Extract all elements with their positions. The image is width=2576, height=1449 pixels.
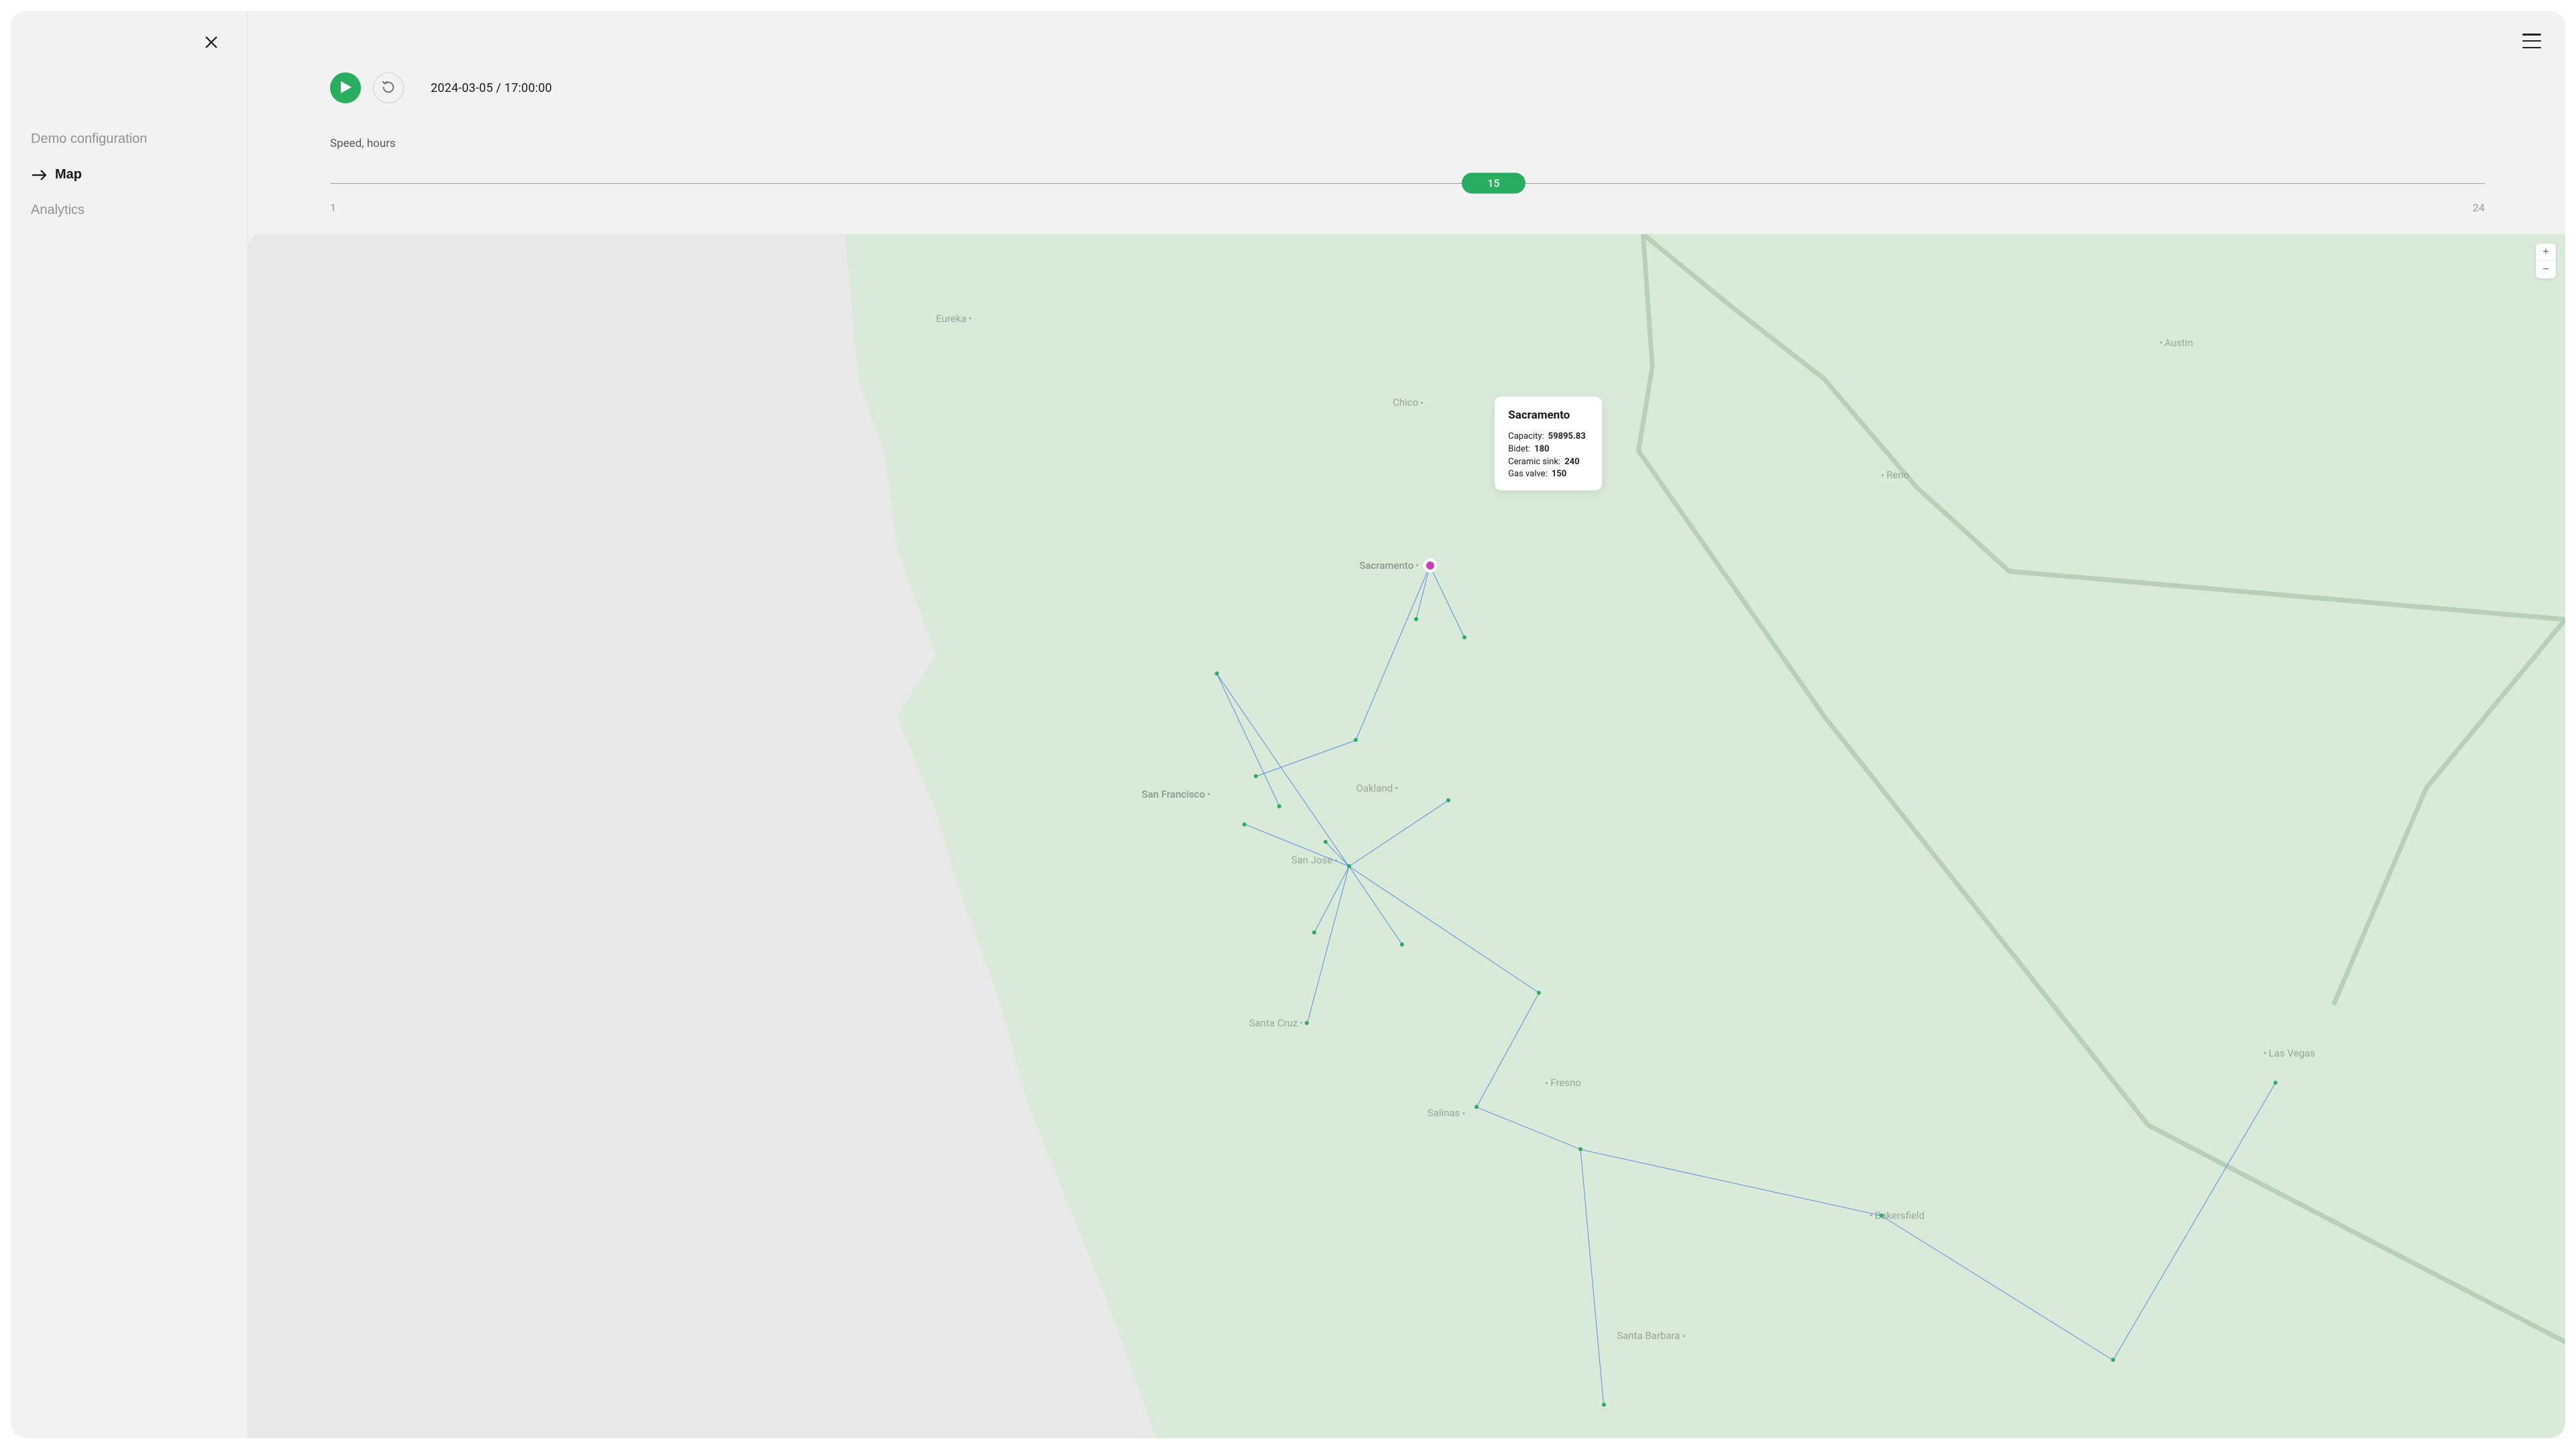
map-node[interactable] xyxy=(1578,1147,1582,1151)
city-tooltip: Sacramento Capacity: 59895.83 Bidet: 180… xyxy=(1495,396,1602,490)
nav-label: Map xyxy=(55,167,82,182)
speed-slider[interactable]: 15 xyxy=(330,173,2485,193)
close-icon xyxy=(203,42,219,52)
map-node[interactable] xyxy=(1462,635,1466,639)
map-node[interactable] xyxy=(1446,798,1450,802)
tooltip-key: Bidet: xyxy=(1508,443,1530,456)
city-label: Reno xyxy=(1882,469,1909,481)
reload-button[interactable] xyxy=(373,72,404,103)
hamburger-icon xyxy=(2522,34,2541,36)
slider-value: 15 xyxy=(1487,177,1499,190)
zoom-controls: + − xyxy=(2536,244,2556,278)
slider-track xyxy=(330,183,2485,184)
hamburger-icon xyxy=(2522,40,2541,42)
map-node[interactable] xyxy=(1400,943,1404,947)
tooltip-row: Ceramic sink: 240 xyxy=(1508,456,1589,469)
menu-button[interactable] xyxy=(2522,34,2541,48)
zoom-out-button[interactable]: − xyxy=(2536,261,2556,278)
map-node[interactable] xyxy=(1254,774,1258,778)
map-node[interactable] xyxy=(1215,672,1219,676)
tooltip-value: 150 xyxy=(1552,468,1566,481)
tooltip-title: Sacramento xyxy=(1508,407,1589,424)
tooltip-key: Ceramic sink: xyxy=(1508,456,1560,469)
sidebar-item-analytics[interactable]: Analytics xyxy=(30,200,229,221)
speed-label: Speed, hours xyxy=(330,137,2485,150)
timestamp: 2024-03-05 / 17:00:00 xyxy=(431,81,552,95)
tooltip-key: Gas valve: xyxy=(1508,468,1548,481)
slider-min: 1 xyxy=(330,201,336,214)
hamburger-icon xyxy=(2522,47,2541,49)
sidebar-item-map[interactable]: Map xyxy=(30,164,229,185)
map-node[interactable] xyxy=(1277,804,1281,808)
tooltip-row: Gas valve: 150 xyxy=(1508,468,1589,481)
city-label: Fresno xyxy=(1546,1077,1581,1089)
zoom-in-button[interactable]: + xyxy=(2536,244,2556,261)
city-label: San Francisco xyxy=(1142,788,1210,800)
slider-max: 24 xyxy=(2473,201,2485,214)
map-node[interactable] xyxy=(1880,1214,1884,1218)
plus-icon: + xyxy=(2542,246,2548,258)
city-label: San Jose xyxy=(1291,854,1338,866)
play-icon xyxy=(339,81,352,95)
nav-label: Analytics xyxy=(31,203,85,218)
city-label: Santa Barbara xyxy=(1617,1330,1684,1342)
city-label: Sacramento xyxy=(1359,559,1418,572)
map-node[interactable] xyxy=(1312,930,1316,934)
slider-thumb[interactable]: 15 xyxy=(1462,173,1525,194)
play-button[interactable] xyxy=(330,72,361,103)
sidebar-item-demo-configuration[interactable]: Demo configuration xyxy=(30,129,229,150)
reload-icon xyxy=(381,80,396,97)
arrow-right-icon xyxy=(31,168,48,182)
map-node[interactable] xyxy=(1537,991,1541,995)
city-label: Austin xyxy=(2160,337,2194,349)
city-label: Oakland xyxy=(1356,782,1398,794)
city-label: Chico xyxy=(1393,396,1423,409)
tooltip-row: Capacity: 59895.83 xyxy=(1508,431,1589,443)
tooltip-row: Bidet: 180 xyxy=(1508,443,1589,456)
city-label: Santa Cruz xyxy=(1249,1017,1303,1029)
map-node[interactable] xyxy=(1305,1021,1309,1025)
nav-label: Demo configuration xyxy=(31,131,147,147)
sidebar: Demo configuration Map Analytics xyxy=(11,11,248,1438)
city-label: Las Vegas xyxy=(2264,1047,2315,1059)
map-node[interactable] xyxy=(1474,1105,1479,1109)
map-node[interactable] xyxy=(1602,1403,1606,1407)
map-node[interactable] xyxy=(1354,738,1358,742)
city-label: Eureka xyxy=(936,313,971,325)
map-node[interactable] xyxy=(2273,1081,2277,1085)
map-canvas[interactable]: Sacramento Capacity: 59895.83 Bidet: 180… xyxy=(248,234,2565,1438)
close-button[interactable] xyxy=(199,31,223,55)
city-label: Salinas xyxy=(1428,1107,1465,1119)
map-node[interactable] xyxy=(1324,840,1328,844)
map-node[interactable] xyxy=(1242,822,1246,826)
tooltip-value: 240 xyxy=(1564,456,1579,469)
map-node[interactable] xyxy=(1414,617,1418,621)
minus-icon: − xyxy=(2542,264,2548,275)
tooltip-value: 180 xyxy=(1534,443,1549,456)
map-node-selected[interactable] xyxy=(1423,558,1438,573)
map-node[interactable] xyxy=(1347,864,1351,868)
tooltip-key: Capacity: xyxy=(1508,431,1544,443)
tooltip-value: 59895.83 xyxy=(1548,431,1586,443)
main-content: 2024-03-05 / 17:00:00 Speed, hours 15 1 … xyxy=(248,11,2565,1438)
sidebar-nav: Demo configuration Map Analytics xyxy=(30,129,229,221)
map-node[interactable] xyxy=(2111,1358,2115,1362)
city-label: Bakersfield xyxy=(1870,1210,1925,1222)
